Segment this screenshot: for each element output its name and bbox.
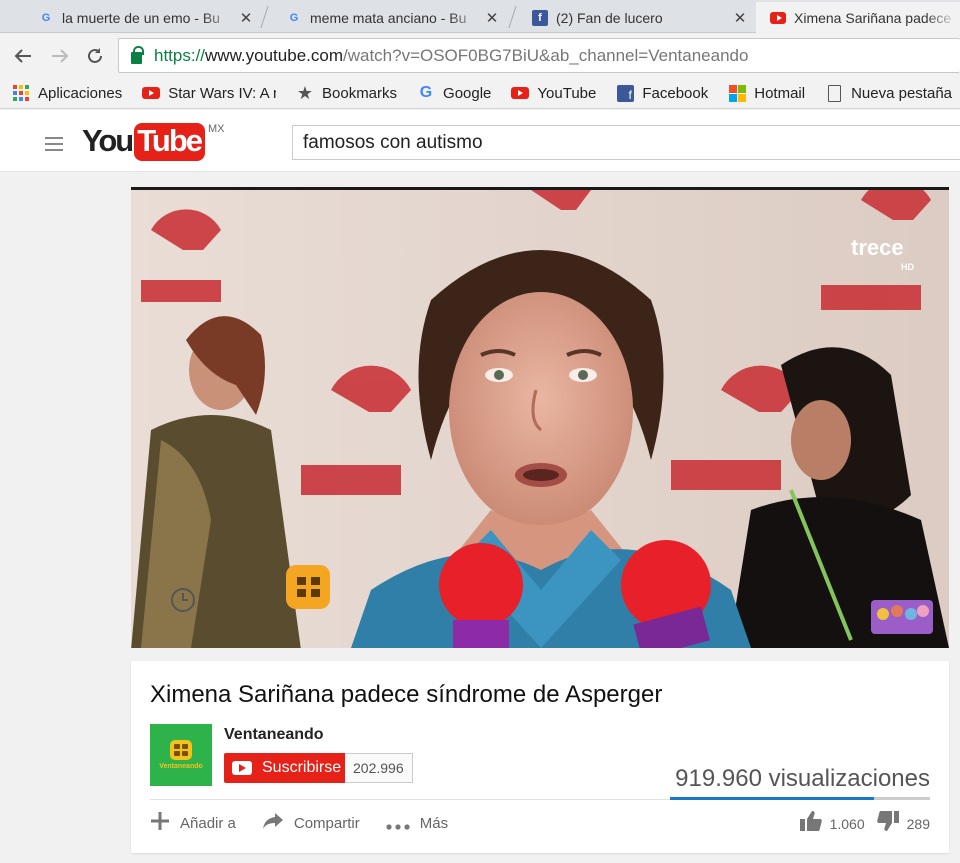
ventaneando-logo-icon: [170, 740, 192, 760]
reload-button[interactable]: [82, 43, 108, 69]
video-frame: trece HD: [131, 190, 949, 648]
add-to-label: Añadir a: [180, 814, 236, 832]
like-count: 1.060: [829, 816, 865, 832]
bookmark-label: Facebook: [642, 84, 709, 102]
forward-button[interactable]: [47, 43, 73, 69]
search-input[interactable]: famosos con autismo: [292, 125, 960, 160]
facebook-icon: f: [616, 84, 634, 102]
google-g-icon: G: [41, 11, 51, 24]
bookmark-label: YouTube: [537, 84, 597, 102]
bookmark-star-wars[interactable]: Star Wars IV: A new h: [142, 84, 276, 102]
thumbs-down-icon: [876, 811, 899, 837]
bookmark-hotmail[interactable]: Hotmail: [728, 84, 805, 102]
youtube-icon: [142, 84, 161, 102]
dislike-count: 289: [906, 816, 930, 832]
video-title: Ximena Sariñana padece síndrome de Asper…: [150, 681, 663, 708]
bookmark-label: Bookmarks: [322, 84, 398, 102]
subscribe-button[interactable]: Suscribirse: [224, 753, 351, 783]
rating-row: 1.060 289: [788, 811, 930, 837]
bookmark-facebook[interactable]: f Facebook: [616, 84, 708, 102]
region-label: MX: [208, 123, 225, 135]
microsoft-icon: [728, 84, 746, 102]
browser-tab[interactable]: G meme mata anciano - Bu ✕: [262, 2, 508, 33]
browser-tab-active[interactable]: Ximena Sariñana padece: [756, 2, 960, 33]
like-button[interactable]: 1.060: [799, 811, 865, 837]
youtube-icon: [770, 10, 786, 26]
url-path: /watch?v=OSOF0BG7BiU&ab_channel=Ventanea…: [342, 45, 749, 65]
close-icon[interactable]: ✕: [484, 9, 500, 27]
url-host: www.youtube.com: [205, 45, 343, 65]
back-button[interactable]: [10, 43, 36, 69]
view-count: 919.960 visualizaciones: [675, 765, 930, 792]
google-g-icon: G: [419, 84, 433, 101]
address-bar[interactable]: https://www.youtube.com/watch?v=OSOF0BG7…: [118, 38, 960, 73]
bookmark-apps[interactable]: Aplicaciones: [12, 84, 122, 102]
bookmark-label: Google: [443, 84, 492, 102]
plus-icon: [150, 811, 170, 835]
tab-title: meme mata anciano - Bu: [310, 9, 467, 26]
thumbs-up-icon: [799, 811, 822, 837]
video-player[interactable]: trece HD: [131, 187, 949, 648]
close-icon[interactable]: ✕: [238, 9, 254, 27]
channel-avatar[interactable]: Ventaneando: [150, 724, 212, 786]
share-button[interactable]: Compartir: [262, 812, 360, 834]
like-ratio-bar: [670, 797, 930, 800]
video-info-card: Ximena Sariñana padece síndrome de Asper…: [131, 661, 949, 853]
channel-avatar-label: Ventaneando: [159, 763, 203, 770]
tab-title: Ximena Sariñana padece: [794, 9, 952, 26]
browser-tab-bar: G la muerte de un emo - Bu ✕ G meme mata…: [0, 0, 960, 33]
youtube-logo[interactable]: You Tube MX: [82, 123, 225, 161]
menu-icon[interactable]: [45, 137, 63, 151]
channel-name[interactable]: Ventaneando: [224, 726, 324, 744]
logo-you: You: [82, 123, 134, 158]
subscriber-count: 202.996: [345, 753, 413, 783]
program-badge-icon: [871, 600, 933, 634]
bookmark-youtube[interactable]: YouTube: [511, 84, 596, 102]
browser-tab[interactable]: G la muerte de un emo - Bu ✕: [14, 2, 262, 33]
apps-icon: [12, 84, 30, 102]
facebook-icon: f: [532, 9, 548, 26]
bookmark-label: Star Wars IV: A new h: [168, 84, 276, 102]
star-icon: ★: [296, 82, 314, 103]
subscribe-label: Suscribirse: [262, 759, 342, 776]
more-dots-icon: [386, 812, 410, 834]
bookmark-label: Aplicaciones: [38, 84, 123, 102]
tab-title: la muerte de un emo - Bu: [62, 9, 220, 26]
close-icon[interactable]: ✕: [732, 9, 748, 27]
more-button[interactable]: Más: [386, 812, 448, 834]
share-icon: [262, 812, 284, 834]
bookmark-google[interactable]: G Google: [417, 84, 492, 102]
youtube-icon: [511, 84, 530, 102]
google-g-icon: G: [289, 11, 299, 24]
bookmarks-bar: Aplicaciones Star Wars IV: A new h ★ Boo…: [0, 78, 960, 109]
url-scheme: https://: [154, 45, 206, 65]
action-row: Añadir a Compartir Más: [150, 811, 474, 835]
add-to-button[interactable]: Añadir a: [150, 811, 236, 835]
share-label: Compartir: [293, 814, 360, 832]
bookmark-new-tab[interactable]: Nueva pestaña: [825, 84, 952, 102]
tab-title: (2) Fan de lucero: [556, 9, 663, 26]
dislike-button[interactable]: 289: [876, 811, 930, 837]
channel-watermark-sub: HD: [901, 262, 914, 272]
page-icon: [825, 84, 843, 102]
logo-tube: Tube: [134, 123, 205, 161]
bookmark-label: Nueva pestaña: [851, 84, 952, 102]
ventaneando-bug-icon: [286, 565, 330, 609]
lock-icon: [131, 45, 144, 64]
bookmark-bookmarks[interactable]: ★ Bookmarks: [296, 82, 398, 103]
browser-tab[interactable]: f (2) Fan de lucero ✕: [508, 2, 756, 33]
channel-watermark: trece: [851, 235, 904, 260]
bookmark-label: Hotmail: [754, 84, 806, 102]
youtube-play-icon: [232, 761, 252, 775]
like-ratio-fill: [670, 797, 875, 800]
more-label: Más: [419, 814, 449, 832]
